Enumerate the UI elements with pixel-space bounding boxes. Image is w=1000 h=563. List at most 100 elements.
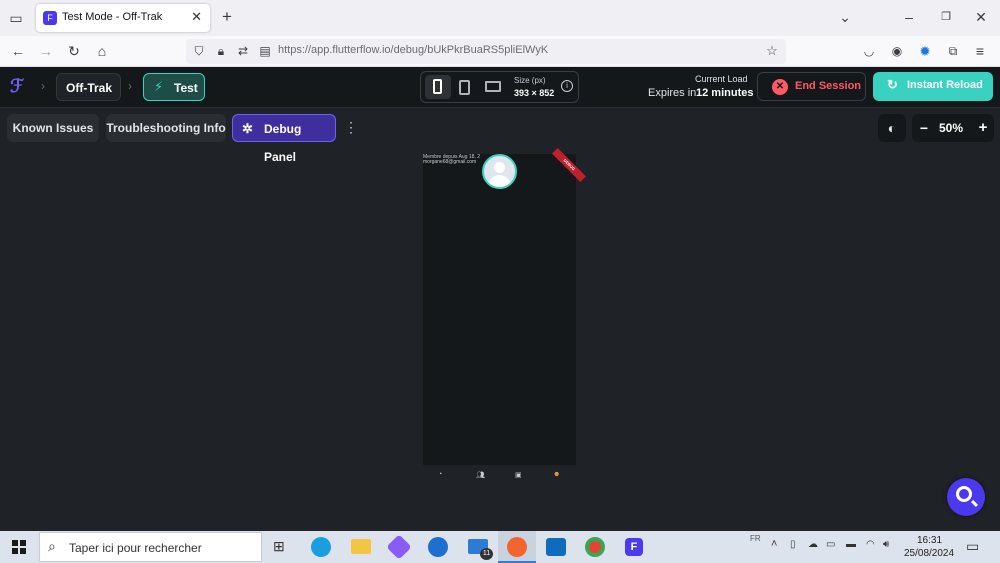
firefox-icon (507, 537, 527, 557)
reload-icon: ↻ (887, 77, 898, 92)
thunderbird-icon[interactable] (428, 537, 448, 557)
extensions-puzzle-icon[interactable]: ⧉ (944, 42, 962, 60)
chevron-right-icon: › (41, 79, 45, 93)
wifi-icon[interactable]: ◠ (866, 539, 875, 550)
size-value: 393 × 852 (514, 88, 555, 98)
search-icon (956, 486, 972, 502)
bookmark-star-icon[interactable]: ☆ (764, 42, 780, 60)
map-nav-icon[interactable]: ▣ (515, 471, 522, 479)
search-icon-handle (970, 499, 979, 508)
home-icon[interactable]: ⌂ (93, 42, 111, 60)
end-session-button[interactable]: ✕ End Session (757, 72, 866, 101)
task-view-icon[interactable]: ⊞ (273, 538, 285, 555)
url-text[interactable]: https://app.flutterflow.io/debug/bUkPkrB… (278, 44, 548, 56)
expires-value: 12 minutes (696, 87, 754, 99)
avatar-body-icon (488, 175, 511, 187)
clock-time[interactable]: 16:31 (917, 535, 942, 546)
windows-taskbar: ⌕ Taper ici pour rechercher ⊞ 11 F FR ˄ … (0, 531, 1000, 563)
monitor-icon[interactable]: ▭ (826, 539, 835, 550)
debug-ribbon: DEBUG (552, 148, 586, 182)
known-issues-button[interactable]: Known Issues (7, 114, 99, 142)
tab-title: Test Mode - Off-Trak (62, 11, 163, 23)
close-circle-icon: ✕ (772, 79, 788, 95)
more-options-icon[interactable]: ⋮ (344, 120, 358, 134)
windows-start-icon[interactable] (12, 540, 26, 554)
pocket-icon[interactable]: ◡ (860, 42, 878, 60)
current-load-label: Current Load (695, 74, 748, 84)
extension-icon[interactable]: ✹ (916, 42, 934, 60)
phone-bottom-nav: ◔ 👥︎ ▣ ☻ (423, 465, 576, 487)
chevron-right-icon: › (128, 79, 132, 93)
language-indicator[interactable]: FR (750, 534, 761, 543)
copilot-icon[interactable] (386, 534, 412, 560)
lightning-icon: ⚡︎ (154, 79, 164, 94)
back-icon[interactable]: ← (9, 42, 27, 60)
lock-icon[interactable]: 🔒︎ (213, 42, 229, 60)
forward-icon[interactable]: → (37, 42, 55, 60)
account-icon[interactable]: ◉ (888, 42, 906, 60)
edge-icon[interactable] (311, 537, 331, 557)
flutterflow-app-icon[interactable]: F (625, 538, 643, 556)
expires-prefix: Expires in (648, 87, 697, 99)
moon-icon: ◐ (887, 120, 897, 136)
people-nav-icon[interactable]: 👥︎ (476, 471, 485, 479)
info-icon[interactable]: i (561, 80, 573, 92)
project-name: Off-Trak (66, 81, 113, 95)
mode-label: Test (174, 81, 198, 95)
new-tab-button[interactable]: + (218, 8, 236, 26)
onedrive-icon[interactable]: ☁︎ (808, 539, 818, 550)
tray-device-icon[interactable]: ▯ (790, 539, 796, 550)
taskbar-search-placeholder: Taper ici pour rechercher (69, 541, 202, 555)
taskbar-search-box[interactable]: ⌕ Taper ici pour rechercher (39, 532, 262, 562)
dashboard-nav-icon[interactable]: ◔ (438, 471, 442, 478)
browser-tab-bar: ▭ F Test Mode - Off-Trak ✕ + ⌄ – ❐ ✕ (0, 0, 1000, 36)
avatar-head-icon (494, 162, 505, 173)
phone-device-button[interactable] (425, 75, 451, 99)
instant-reload-button[interactable]: ↻ Instant Reload (873, 72, 993, 101)
project-button[interactable]: Off-Trak (56, 73, 121, 101)
device-selector: Size (px) 393 × 852 i (420, 71, 579, 103)
minimize-icon[interactable]: – (900, 8, 918, 26)
app-header: ℱ › Off-Trak › ⚡︎ Test Size (px) 393 × 8… (0, 67, 1000, 108)
debug-panel-button[interactable]: ✲ Debug Panel (232, 114, 336, 164)
chrome-icon[interactable] (585, 537, 605, 557)
tab-overview-icon[interactable]: ▭ (7, 9, 25, 27)
browser-tab[interactable]: F Test Mode - Off-Trak ✕ (36, 4, 210, 32)
window-close-icon[interactable]: ✕ (972, 8, 990, 26)
reload-icon[interactable]: ↻ (65, 42, 83, 60)
test-mode-badge[interactable]: ⚡︎ Test (143, 73, 205, 101)
zoom-out-button[interactable]: − (917, 114, 931, 142)
file-explorer-icon[interactable] (351, 539, 371, 554)
email-text: morgane68@gmail.com (423, 159, 477, 165)
debug-panel-label: Debug Panel (264, 122, 302, 164)
size-label: Size (px) (514, 76, 546, 85)
notifications-icon[interactable]: ▭ (966, 538, 979, 555)
desktop-icon[interactable] (485, 81, 501, 92)
reader-icon[interactable]: ▤ (257, 42, 273, 60)
end-session-label: End Session (795, 80, 862, 92)
phone-preview[interactable]: Membre depuis Aug 18, 2 morgane68@gmail.… (423, 148, 586, 465)
floating-search-button[interactable] (947, 478, 985, 516)
zoom-in-button[interactable]: + (976, 114, 990, 142)
dark-mode-toggle[interactable]: ◐ (878, 114, 906, 142)
tab-close-icon[interactable]: ✕ (191, 9, 202, 25)
firefox-taskbar-item[interactable] (498, 531, 536, 563)
troubleshooting-button[interactable]: Troubleshooting Info (106, 114, 226, 142)
permissions-icon[interactable]: ⇄ (235, 42, 251, 60)
outlook-icon[interactable] (546, 538, 566, 556)
shield-icon[interactable]: ⛉ (191, 42, 207, 60)
instant-reload-label: Instant Reload (907, 79, 983, 91)
browser-nav-bar: ← → ↻ ⌂ ⛉ 🔒︎ ⇄ ▤ ☆ https://app.flutterfl… (0, 36, 1000, 67)
zoom-control: − 50% + (912, 114, 994, 142)
tablet-icon[interactable] (459, 80, 470, 95)
profile-nav-icon[interactable]: ☻ (553, 471, 560, 478)
avatar[interactable] (482, 154, 517, 189)
flutterflow-logo-icon[interactable]: ℱ (10, 76, 24, 97)
show-hidden-icons-chevron-icon[interactable]: ˄ (771, 538, 777, 550)
volume-icon[interactable]: 🔊︎ (883, 539, 889, 550)
menu-icon[interactable]: ≡ (971, 42, 989, 60)
restore-icon[interactable]: ❐ (937, 8, 955, 26)
clock-date[interactable]: 25/08/2024 (904, 548, 954, 559)
battery-icon[interactable]: ▬ (846, 539, 856, 550)
tab-list-chevron-icon[interactable]: ⌄ (836, 8, 854, 26)
